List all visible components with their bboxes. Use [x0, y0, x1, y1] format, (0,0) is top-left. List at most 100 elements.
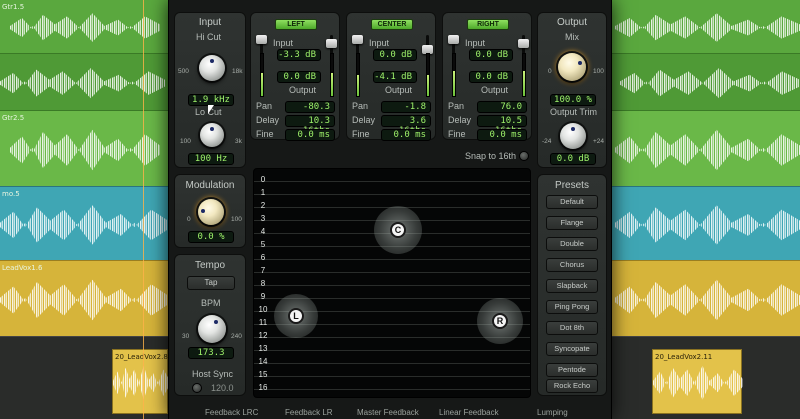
output-gain-display-right[interactable]: 0.0 dB	[469, 71, 513, 83]
mix-knob[interactable]	[558, 53, 586, 81]
output-trim-display[interactable]: 0.0 dB	[550, 153, 596, 165]
delay-display-right[interactable]: 10.5 16ths	[477, 115, 527, 136]
waveform	[615, 129, 800, 171]
host-sync-toggle[interactable]	[192, 383, 202, 393]
fader-cap[interactable]	[518, 39, 529, 48]
channel-panel-left: LEFT Input -3.3 dB 0.0 dB Output Pan -80…	[250, 12, 340, 141]
waveform	[615, 205, 800, 245]
tab-feedback-lrc[interactable]: Feedback LRC	[205, 408, 258, 417]
channel-center-button[interactable]: CENTER	[371, 19, 413, 30]
waveform	[615, 13, 800, 42]
output-meter-left	[330, 53, 334, 97]
preset-flange[interactable]: Flange	[546, 216, 598, 230]
locut-knob[interactable]	[200, 123, 224, 147]
modulation-knob[interactable]	[198, 199, 224, 225]
snap-to-16th-toggle[interactable]	[519, 151, 529, 161]
input-title: Input	[198, 17, 222, 28]
grid-row-number: 8	[260, 279, 266, 288]
output-label: Output	[289, 85, 317, 95]
preset-dot-8th[interactable]: Dot 8th	[546, 321, 598, 335]
fader-cap[interactable]	[256, 35, 267, 44]
channel-left-button[interactable]: LEFT	[275, 19, 317, 30]
track-clip-label: LeadVox1.6	[2, 264, 43, 272]
meter-fill	[523, 70, 525, 96]
audio-clip[interactable]: 20_LeadVox2.11	[652, 349, 743, 414]
grid-line	[254, 259, 530, 260]
input-gain-display-left[interactable]: -3.3 dB	[277, 49, 321, 61]
input-gain-display-center[interactable]: 0.0 dB	[373, 49, 417, 61]
fine-display-center[interactable]: 0.0 ms	[381, 129, 431, 141]
output-gain-display-center[interactable]: -4.1 dB	[373, 71, 417, 83]
grid-line	[254, 181, 530, 182]
tap-tempo-button[interactable]: Tap	[187, 276, 235, 290]
grid-row-number: 11	[258, 318, 268, 327]
output-meter-center	[426, 53, 430, 97]
pan-display-right[interactable]: 76.0	[477, 101, 527, 113]
locut-value-display[interactable]: 100 Hz	[188, 153, 234, 165]
hicut-knob[interactable]	[199, 55, 225, 81]
bpm-label: BPM	[201, 298, 221, 308]
right-delay-node[interactable]: R	[477, 298, 523, 344]
hicut-label: Hi Cut	[196, 32, 222, 42]
mix-value-display[interactable]: 100.0 %	[550, 94, 596, 106]
output-gain-display-left[interactable]: 0.0 dB	[277, 71, 321, 83]
meter-fill	[427, 75, 429, 96]
delay-position-grid[interactable]: 0 1 2 3 4 5 6 7 8 9 10 11 12 13 14 15 16…	[253, 168, 531, 398]
pan-label: Pan	[352, 101, 369, 111]
pan-display-center[interactable]: -1.8	[381, 101, 431, 113]
bpm-knob[interactable]	[198, 315, 226, 343]
hicut-max-label: 18k	[232, 68, 243, 75]
fine-display-right[interactable]: 0.0 ms	[477, 129, 527, 141]
left-delay-node[interactable]: L	[274, 294, 318, 338]
center-delay-node[interactable]: C	[374, 206, 422, 254]
preset-rock-echo[interactable]: Rock Echo	[546, 379, 598, 393]
output-trim-knob[interactable]	[560, 123, 586, 149]
modulation-panel: Modulation 0 100 0.0 %	[174, 174, 246, 248]
playhead[interactable]	[143, 0, 144, 419]
center-delay-node-label: C	[390, 222, 406, 238]
trim-max-label: +24	[593, 138, 605, 145]
tab-linear-feedback[interactable]: Linear Feedback	[439, 408, 499, 417]
grid-row-number: 6	[260, 253, 266, 262]
fine-display-left[interactable]: 0.0 ms	[285, 129, 335, 141]
locut-min-label: 100	[180, 138, 191, 145]
grid-row-number: 4	[260, 227, 266, 236]
left-delay-node-label: L	[288, 308, 304, 324]
tempo-panel: Tempo Tap BPM 30 240 173.3 Host Sync 120…	[174, 254, 246, 396]
modulation-max-label: 100	[231, 216, 242, 223]
pan-display-left[interactable]: -80.3	[285, 101, 335, 113]
delay-display-left[interactable]: 10.3 16ths	[285, 115, 335, 136]
grid-line	[254, 389, 530, 390]
audio-clip[interactable]: 20_LeadVox2.8	[112, 349, 169, 414]
grid-row-number: 9	[260, 292, 266, 301]
preset-slapback[interactable]: Slapback	[546, 279, 598, 293]
output-trim-label: Output Trim	[550, 107, 598, 117]
delay-label: Delay	[448, 115, 472, 125]
preset-pentode[interactable]: Pentode	[546, 363, 598, 377]
fine-label: Fine	[256, 129, 274, 139]
meter-fill	[331, 72, 333, 96]
input-label: Input	[369, 38, 390, 48]
bpm-value-display[interactable]: 173.3	[188, 347, 234, 359]
preset-chorus[interactable]: Chorus	[546, 258, 598, 272]
grid-row-number: 3	[260, 214, 266, 223]
tab-lumping[interactable]: Lumping	[537, 408, 568, 417]
tab-feedback-lr[interactable]: Feedback LR	[285, 408, 333, 417]
preset-ping-pong[interactable]: Ping Pong	[546, 300, 598, 314]
input-gain-display-right[interactable]: 0.0 dB	[469, 49, 513, 61]
mix-max-label: 100	[593, 68, 604, 75]
grid-line	[254, 272, 530, 273]
feedback-mode-tabs: Feedback LRC Feedback LR Master Feedback…	[169, 408, 613, 419]
preset-default[interactable]: Default	[546, 195, 598, 209]
grid-row-number: 1	[260, 188, 266, 197]
modulation-value-display[interactable]: 0.0 %	[188, 231, 234, 243]
fader-cap[interactable]	[448, 35, 459, 44]
preset-syncopate[interactable]: Syncopate	[546, 342, 598, 356]
tab-master-feedback[interactable]: Master Feedback	[357, 408, 419, 417]
fader-cap[interactable]	[326, 39, 337, 48]
fader-cap[interactable]	[352, 35, 363, 44]
channel-right-button[interactable]: RIGHT	[467, 19, 509, 30]
grid-line	[254, 194, 530, 195]
delay-display-center[interactable]: 3.6 16ths	[381, 115, 431, 136]
preset-double[interactable]: Double	[546, 237, 598, 251]
